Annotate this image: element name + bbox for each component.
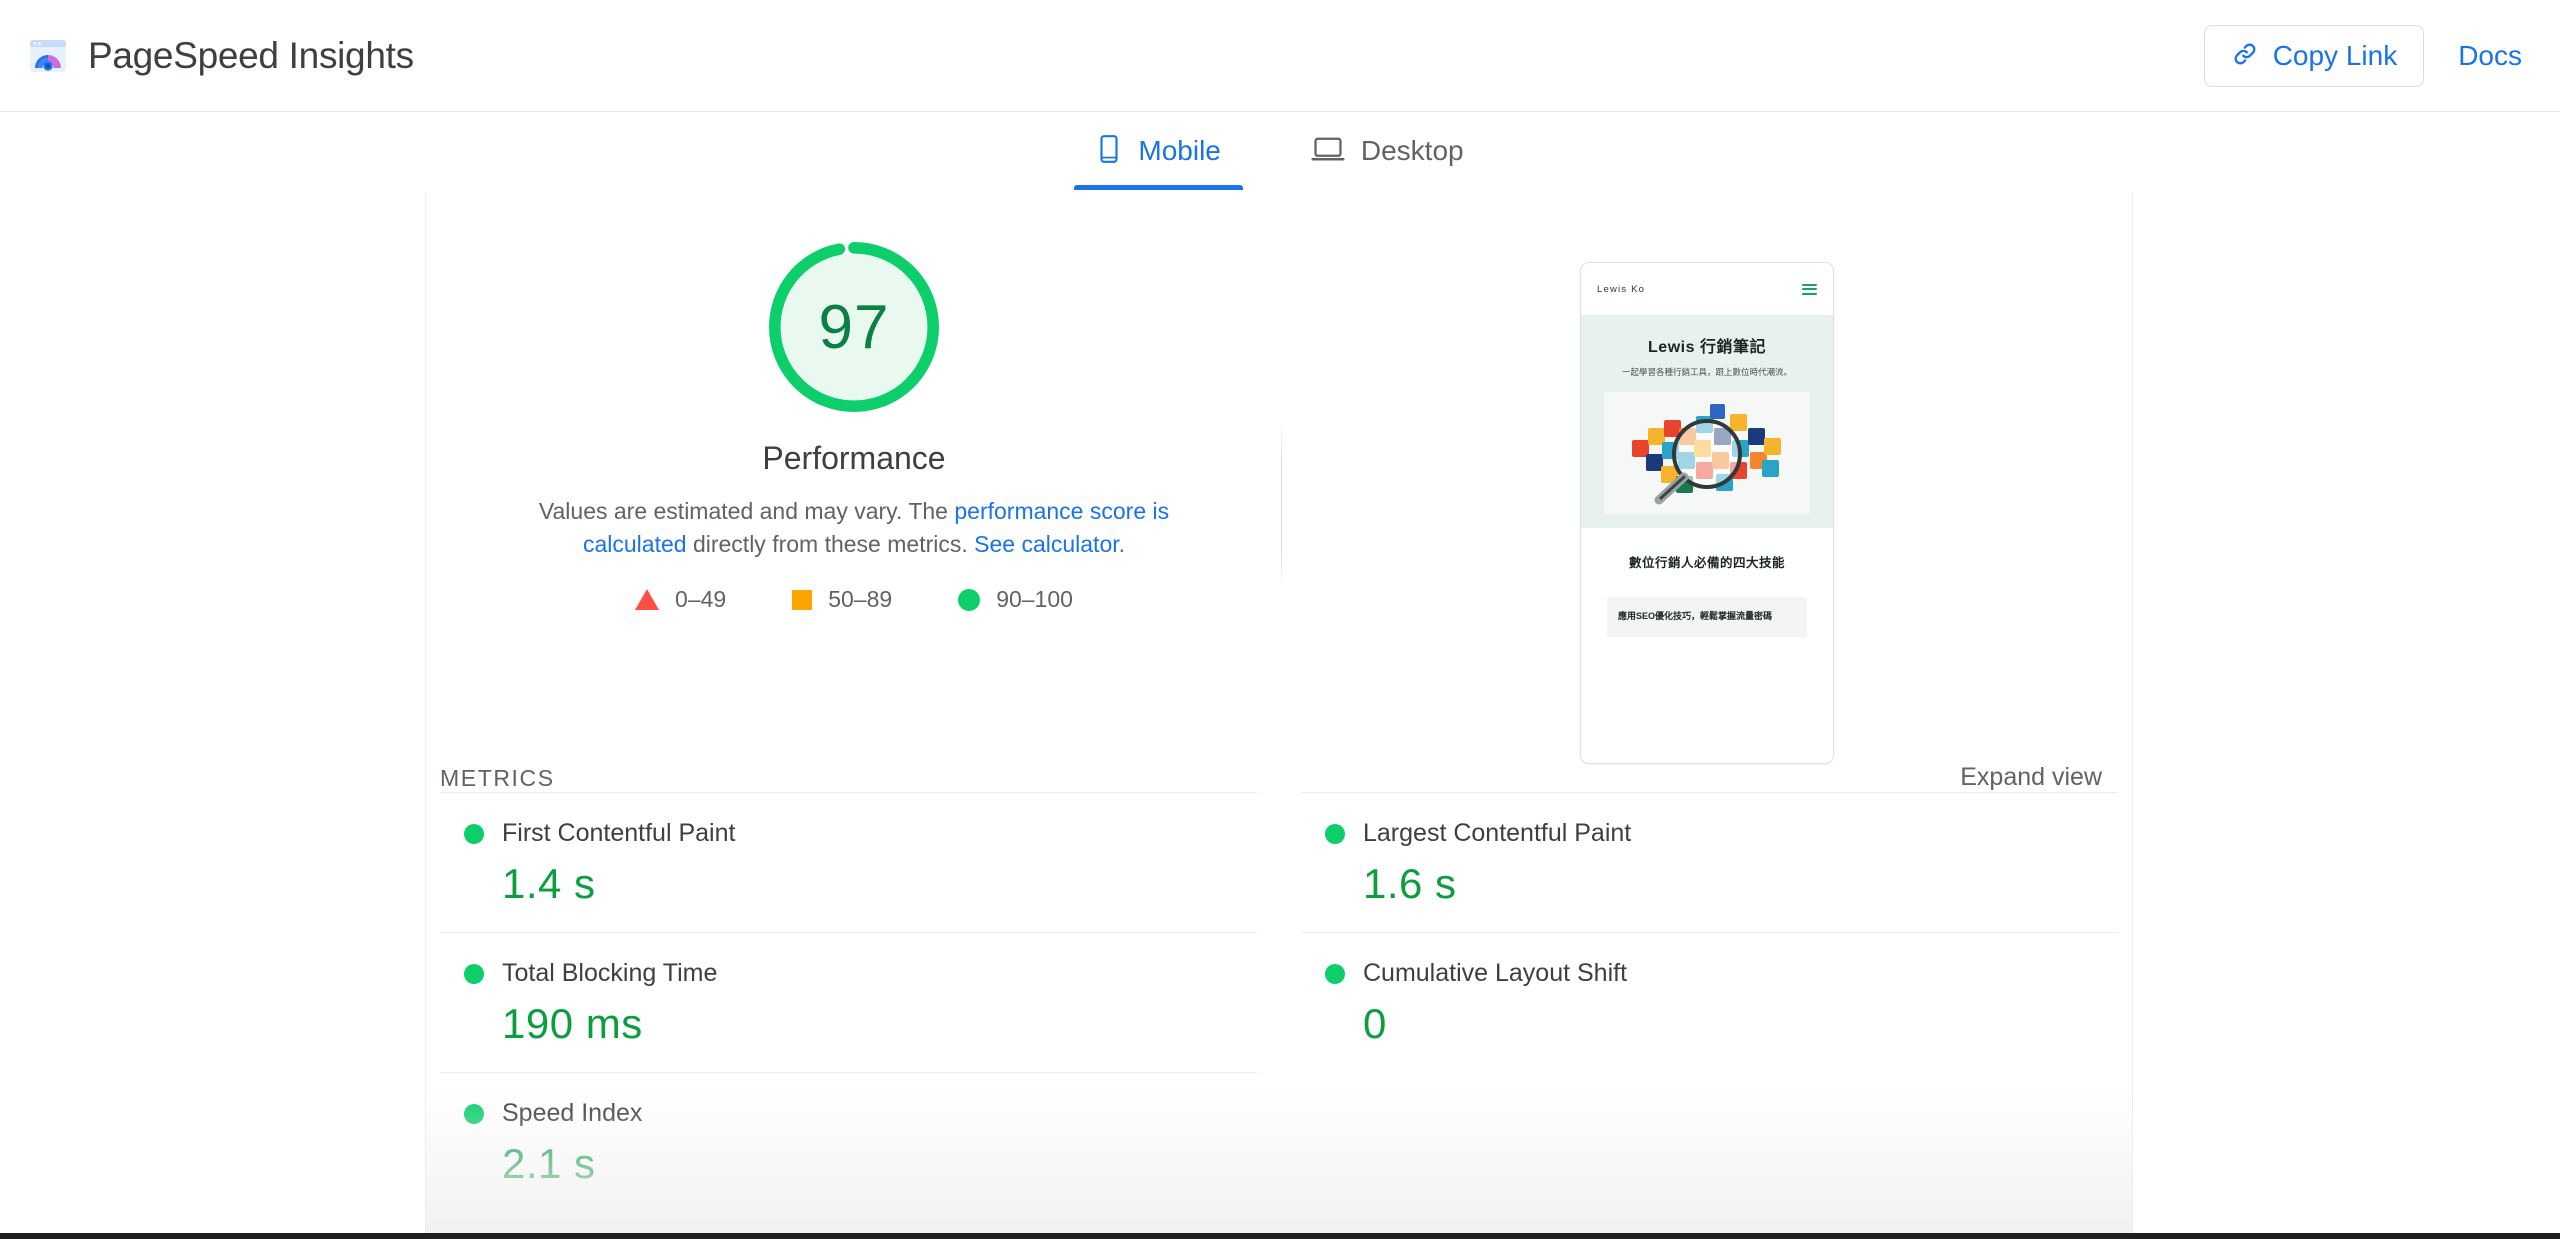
thumbnail-site-brand: Lewis Ko <box>1597 283 1646 295</box>
docs-link[interactable]: Docs <box>2448 40 2532 72</box>
legend-item-good: 90–100 <box>958 586 1073 613</box>
metric-value: 190 ms <box>502 1000 643 1047</box>
metric-value: 1.4 s <box>502 860 596 907</box>
app-header: PageSpeed Insights Copy Link Docs <box>0 0 2560 112</box>
metrics-header: METRICS Expand view <box>426 732 2132 792</box>
thumbnail-hero-subtitle: 一起學習各種行銷工具，跟上數位時代潮流。 <box>1621 367 1792 377</box>
gauge-description-text-2: directly from these metrics. <box>686 530 975 557</box>
viewport-bottom-edge <box>0 1233 2560 1239</box>
performance-gauge[interactable]: 97 <box>765 238 943 416</box>
thumbnail-site-nav: Lewis Ko <box>1581 263 1833 315</box>
legend-item-poor: 0–49 <box>635 586 726 613</box>
header-actions: Copy Link Docs <box>2203 24 2532 87</box>
hamburger-menu-icon <box>1802 283 1817 295</box>
circle-icon <box>958 588 981 611</box>
status-good-icon <box>1325 823 1345 844</box>
report-card: 97 Performance Values are estimated and … <box>425 192 2133 1239</box>
metric-value: 2.1 s <box>502 1140 596 1187</box>
metric-label: First Contentful Paint <box>502 819 736 847</box>
status-good-icon <box>1325 963 1345 984</box>
metric-first-contentful-paint[interactable]: First Contentful Paint 1.4 s <box>440 792 1257 932</box>
legend-label-good: 90–100 <box>996 586 1073 613</box>
thumbnail-article-card: 應用SEO優化技巧，輕鬆掌握流量密碼 <box>1607 596 1807 637</box>
form-factor-tabs: Mobile Desktop <box>0 112 2560 192</box>
copy-link-button[interactable]: Copy Link <box>2203 24 2425 87</box>
summary-divider <box>1281 420 1282 590</box>
thumbnail-hero-title: Lewis 行銷筆記 <box>1648 339 1766 356</box>
status-good-icon <box>464 823 484 844</box>
metric-label: Largest Contentful Paint <box>1363 819 1632 847</box>
tab-desktop[interactable]: Desktop <box>1289 112 1486 190</box>
pagespeed-logo-icon <box>28 36 68 76</box>
tab-mobile-label: Mobile <box>1138 135 1221 166</box>
page-title: PageSpeed Insights <box>88 34 414 76</box>
legend-label-average: 50–89 <box>828 586 893 613</box>
metric-value: 0 <box>1363 1000 1387 1047</box>
thumbnail-body: 數位行銷人必備的四大技能 應用SEO優化技巧，輕鬆掌握流量密碼 <box>1581 527 1833 763</box>
mobile-phone-icon <box>1096 134 1122 169</box>
see-calculator-link[interactable]: See calculator. <box>974 531 1125 557</box>
puzzle-pieces-magnifier-image <box>1604 391 1810 514</box>
thumbnail-hero: Lewis 行銷筆記 一起學習各種行銷工具，跟上數位時代潮流。 <box>1581 315 1833 528</box>
link-icon <box>2231 40 2259 71</box>
metric-cumulative-layout-shift[interactable]: Cumulative Layout Shift 0 <box>1301 932 2118 1072</box>
legend-item-average: 50–89 <box>792 586 892 613</box>
performance-score: 97 <box>818 292 890 362</box>
status-good-icon <box>464 963 484 984</box>
metric-value: 1.6 s <box>1363 860 1457 907</box>
gauge-category-label: Performance <box>762 440 946 476</box>
expand-view-link[interactable]: Expand view <box>1960 763 2102 792</box>
metric-label: Cumulative Layout Shift <box>1363 959 1628 987</box>
square-icon <box>792 589 813 610</box>
performance-gauge-column: 97 Performance Values are estimated and … <box>426 192 1282 732</box>
tab-mobile[interactable]: Mobile <box>1074 112 1244 190</box>
page-screenshot-thumbnail[interactable]: Lewis Ko Lewis 行銷筆記 一起學習各種行銷工具，跟上數位時代潮流。 <box>1580 262 1834 764</box>
metric-speed-index[interactable]: Speed Index 2.1 s <box>440 1072 1257 1212</box>
status-good-icon <box>464 1103 484 1124</box>
triangle-icon <box>635 589 660 611</box>
brand: PageSpeed Insights <box>28 35 414 77</box>
metrics-section-title: METRICS <box>440 765 555 791</box>
metric-largest-contentful-paint[interactable]: Largest Contentful Paint 1.6 s <box>1301 792 2118 932</box>
metric-label: Total Blocking Time <box>502 959 718 987</box>
laptop-icon <box>1311 135 1345 168</box>
legend-label-poor: 0–49 <box>675 586 727 613</box>
copy-link-label: Copy Link <box>2272 39 2398 71</box>
screenshot-column: Lewis Ko Lewis 行銷筆記 一起學習各種行銷工具，跟上數位時代潮流。 <box>1282 192 2132 764</box>
score-legend: 0–49 50–89 90–100 <box>635 586 1073 613</box>
summary-section: 97 Performance Values are estimated and … <box>426 192 2132 764</box>
gauge-description: Values are estimated and may vary. The p… <box>484 495 1224 560</box>
thumbnail-article-title: 應用SEO優化技巧，輕鬆掌握流量密碼 <box>1618 610 1773 621</box>
metrics-grid: First Contentful Paint 1.4 s Largest Con… <box>426 792 2132 1212</box>
metric-placeholder <box>1301 1072 2118 1212</box>
gauge-description-text-1: Values are estimated and may vary. The <box>538 498 955 524</box>
thumbnail-section-title: 數位行銷人必備的四大技能 <box>1628 555 1785 570</box>
metric-total-blocking-time[interactable]: Total Blocking Time 190 ms <box>440 932 1257 1072</box>
tab-desktop-label: Desktop <box>1360 135 1464 166</box>
metric-label: Speed Index <box>502 1099 643 1127</box>
